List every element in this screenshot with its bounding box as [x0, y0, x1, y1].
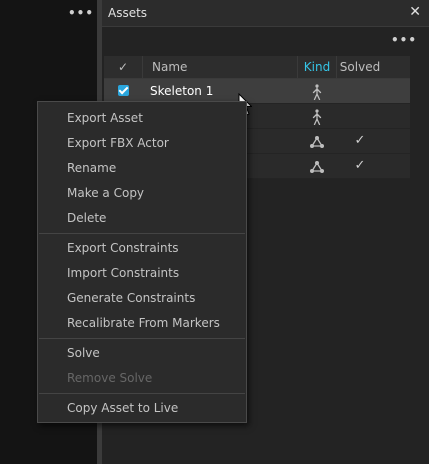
- menu-item-copy-asset-to-live[interactable]: Copy Asset to Live: [67, 399, 178, 417]
- menu-item-remove-solve: Remove Solve: [67, 371, 153, 385]
- column-header-name[interactable]: Name: [142, 56, 298, 78]
- skeleton-figure-icon: [298, 79, 336, 103]
- menu-item-rename[interactable]: Rename: [67, 159, 116, 177]
- menu-separator: [39, 393, 245, 394]
- menu-item-export-fbx-actor[interactable]: Export FBX Actor: [67, 134, 169, 152]
- menu-item-import-constraints[interactable]: Import Constraints: [67, 264, 179, 282]
- solved-indicator: ✓: [354, 133, 366, 148]
- solved-indicator: [336, 79, 384, 103]
- menu-item-solve[interactable]: Solve: [67, 344, 100, 362]
- menu-item-generate-constraints[interactable]: Generate Constraints: [67, 289, 195, 307]
- solved-indicator: [336, 104, 384, 128]
- column-header-kind[interactable]: Kind: [298, 56, 337, 78]
- column-header-check[interactable]: ✓: [104, 56, 143, 78]
- menu-separator: [39, 233, 245, 234]
- close-icon[interactable]: ✕: [409, 4, 421, 20]
- panel-title: Assets: [108, 6, 148, 20]
- row-checkbox[interactable]: [104, 79, 142, 103]
- asset-name: Skeleton 1: [150, 84, 214, 98]
- table-header: ✓ Name Kind Solved: [104, 56, 410, 79]
- menu-item-export-constraints[interactable]: Export Constraints: [67, 239, 179, 257]
- menu-item-delete[interactable]: Delete: [67, 209, 106, 227]
- context-menu: Export Asset Export FBX Actor Rename Mak…: [37, 101, 247, 423]
- skeleton-figure-icon: [298, 104, 336, 128]
- panel-header: Assets ✕: [102, 0, 429, 27]
- rigid-body-icon: [298, 129, 336, 153]
- column-header-solved[interactable]: Solved: [336, 56, 384, 78]
- menu-item-make-a-copy[interactable]: Make a Copy: [67, 184, 144, 202]
- menu-item-recalibrate-from-markers[interactable]: Recalibrate From Markers: [67, 314, 220, 332]
- more-horizontal-icon[interactable]: •••: [68, 6, 94, 20]
- checkbox-checked-icon[interactable]: [117, 85, 129, 96]
- menu-separator: [39, 338, 245, 339]
- solved-indicator: ✓: [354, 158, 366, 173]
- menu-item-export-asset[interactable]: Export Asset: [67, 109, 143, 127]
- rigid-body-icon: [298, 154, 336, 178]
- panel-options-icon[interactable]: •••: [391, 33, 417, 47]
